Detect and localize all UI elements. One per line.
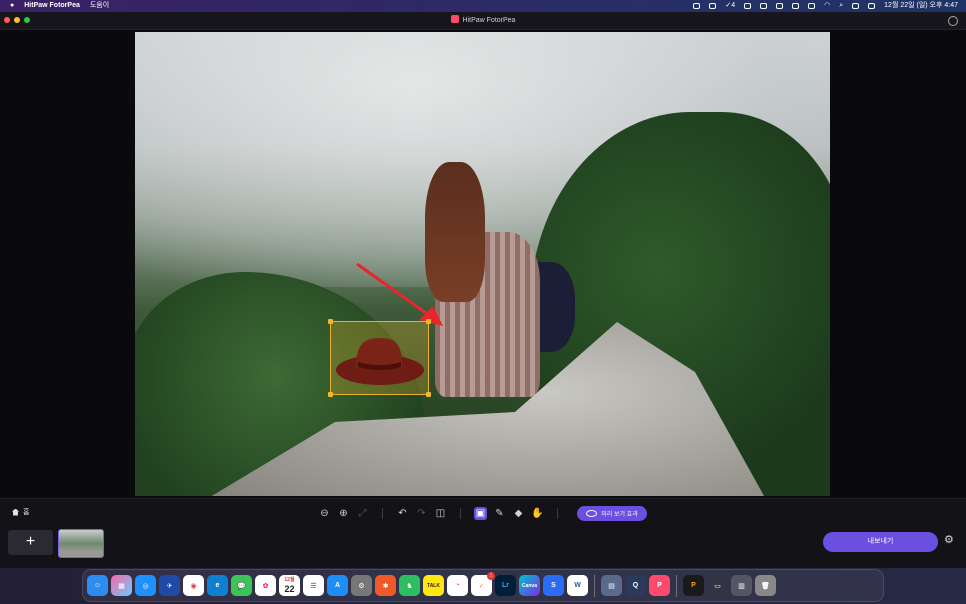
divider [382,508,383,519]
filmstrip: + 내보내기 ⚙ [0,526,966,568]
chrome-icon[interactable]: ◉ [183,575,204,596]
home-icon [12,508,19,516]
app-store-icon[interactable]: A [327,575,348,596]
messages-icon[interactable]: 💬 [231,575,252,596]
status-count[interactable]: ✓4 [725,0,735,12]
bluesky-icon[interactable]: ✈ [159,575,180,596]
kakaotalk-icon[interactable]: TALK [423,575,444,596]
wifi-icon[interactable]: ◠ [824,0,830,12]
preview-effect-button[interactable]: 미리 보기 효과 [577,506,647,521]
calendar-icon[interactable]: 12월 22 [279,575,300,596]
eye-icon [586,510,598,517]
hat-selection-box[interactable] [328,319,431,397]
export-button[interactable]: 내보내기 [823,532,938,552]
brush-icon[interactable]: ✎ [493,507,506,520]
system-settings-icon[interactable]: ⚙ [351,575,372,596]
safari-icon[interactable]: ◎ [135,575,156,596]
hand-icon[interactable]: ✋ [531,507,544,520]
chat-icon[interactable] [693,3,701,9]
apple-icon[interactable]: ● [10,0,14,12]
tool-app-icon[interactable]: ✱ [375,575,396,596]
home-button[interactable]: 홈 [12,507,29,517]
bottom-toolbar: 홈 ⊖ ⊕ ⤢ ↶ ↷ ◫ ▣ ✎ ◆ ✋ 미리 보기 효과 [0,498,966,527]
undo-icon[interactable]: ↶ [396,507,409,520]
downloads-icon[interactable]: ▥ [731,575,752,596]
grid-icon[interactable] [776,3,784,9]
menu-bar: ● HitPaw FotorPea 도움이 ✓4 ◠ ⌕ 12월 22일 (일)… [0,0,966,12]
search-icon[interactable]: ⌕ [839,0,843,12]
word-icon[interactable]: W [567,575,588,596]
image-thumbnail[interactable] [58,529,104,558]
preview-icon[interactable]: ▤ [601,575,622,596]
fotorpea-icon[interactable]: P [649,575,670,596]
help-menu[interactable]: 도움이 [90,0,109,12]
screenshot-window-icon[interactable]: ▭ [707,575,728,596]
divider [460,508,461,519]
vpn-icon[interactable] [760,3,768,9]
account-icon[interactable] [948,16,958,26]
ai-select-icon[interactable]: ▣ [474,507,487,520]
istat-icon[interactable]: ◔ [447,575,468,596]
siri-icon[interactable] [868,3,876,9]
app-menu[interactable]: HitPaw FotorPea [24,0,80,12]
redo-icon[interactable]: ↷ [415,507,428,520]
add-image-button[interactable]: + [8,530,53,555]
ticktick-icon[interactable]: ✓ 2 [471,572,495,596]
edge-icon[interactable]: e [207,575,228,596]
evernote-icon[interactable]: ♞ [399,575,420,596]
fit-screen-icon[interactable]: ⤢ [356,507,369,520]
resize-handle-br[interactable] [426,392,431,397]
reminders-icon[interactable]: ☰ [303,575,324,596]
resize-handle-tl[interactable] [328,319,333,324]
app-logo-icon [450,15,459,23]
desktop-background: ☺ ▦ ◎ ✈ ◉ e 💬 ✿ 12월 22 ☰ A ⚙ ✱ ♞ TALK ◔ … [0,568,966,604]
resize-handle-tr[interactable] [426,319,431,324]
record-icon[interactable] [709,3,717,9]
s-app-icon[interactable]: S [543,575,564,596]
window-titlebar: HitPaw FotorPea [0,12,966,30]
recent-app-icon[interactable]: P [683,575,704,596]
photo-image[interactable] [135,32,830,496]
finder-icon[interactable]: ☺ [87,575,108,596]
zoom-out-icon[interactable]: ⊖ [318,507,331,520]
hat-sticker-icon [336,338,424,385]
lightroom-icon[interactable]: Lr [495,575,516,596]
cloud-icon[interactable] [744,3,752,9]
display-icon[interactable] [792,3,800,9]
canva-icon[interactable]: Canva [519,575,540,596]
compare-icon[interactable]: ◫ [434,507,447,520]
photos-icon[interactable]: ✿ [255,575,276,596]
gear-icon[interactable]: ⚙ [944,535,955,546]
window-title: HitPaw FotorPea [0,12,966,29]
resize-handle-bl[interactable] [328,392,333,397]
trash-icon[interactable]: 🗑 [755,575,776,596]
notification-badge: 2 [487,572,495,580]
eraser-icon[interactable]: ◆ [512,507,525,520]
menubar-clock[interactable]: 12월 22일 (일) 오후 4:47 [884,0,958,12]
control-center-icon[interactable] [852,3,860,9]
dock-divider [676,574,677,597]
quicktime-icon[interactable]: Q [625,575,646,596]
launchpad-icon[interactable]: ▦ [111,575,132,596]
divider [557,508,558,519]
editor-canvas[interactable] [0,30,966,498]
zoom-in-icon[interactable]: ⊕ [337,507,350,520]
macos-dock: ☺ ▦ ◎ ✈ ◉ e 💬 ✿ 12월 22 ☰ A ⚙ ✱ ♞ TALK ◔ … [82,569,884,602]
battery-icon[interactable] [808,3,816,9]
dock-divider [594,574,595,597]
